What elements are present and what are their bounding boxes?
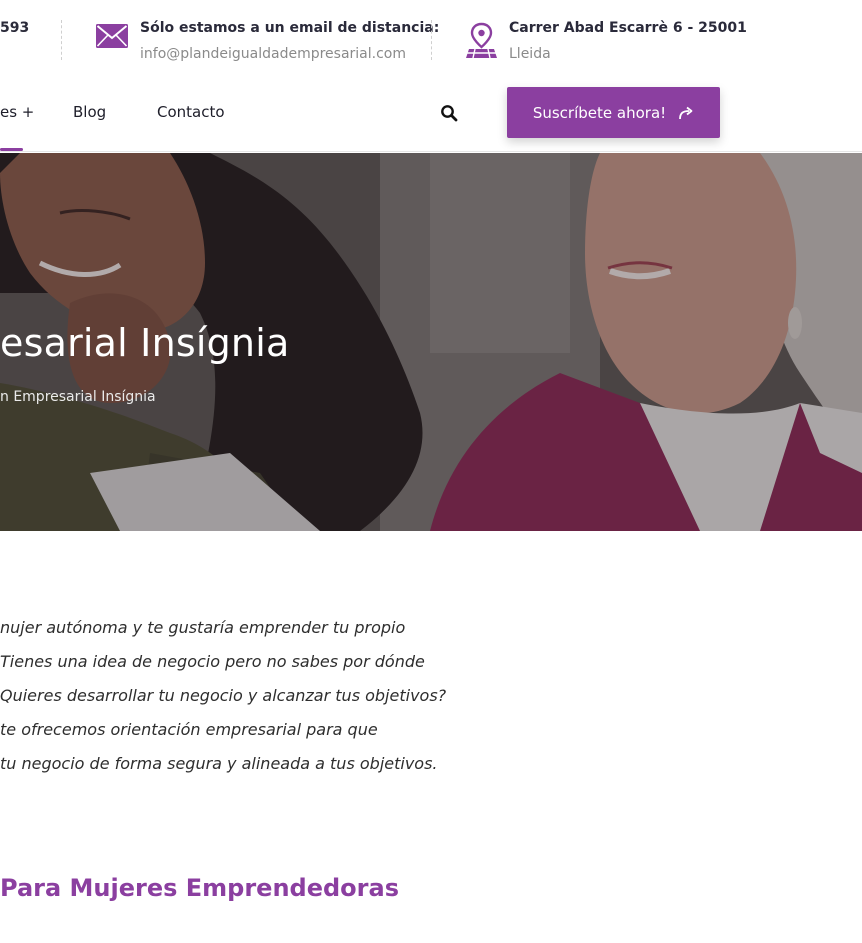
section-heading: Para Mujeres Emprendedoras <box>0 874 399 902</box>
share-arrow-icon <box>679 106 693 119</box>
intro-line: nujer autónoma y te gustaría emprender t… <box>0 618 406 637</box>
subscribe-button-label: Suscríbete ahora! <box>532 103 667 122</box>
nav-item-contacto[interactable]: Contacto <box>157 103 225 121</box>
main-navigation: es + Blog Contacto Suscríbete ahora! <box>0 78 862 152</box>
address-title: Carrer Abad Escarrè 6 - 25001 <box>509 20 747 36</box>
subscribe-button[interactable]: Suscríbete ahora! <box>507 87 720 138</box>
intro-paragraph: nujer autónoma y te gustaría emprender t… <box>0 616 470 786</box>
breadcrumb: n Empresarial Insígnia <box>0 389 156 405</box>
nav-active-indicator <box>0 148 23 151</box>
email-address[interactable]: info@plandeigualdadempresarial.com <box>140 46 406 62</box>
intro-line: Tienes una idea de negocio pero no sabes… <box>0 652 425 671</box>
search-icon[interactable] <box>440 104 458 122</box>
top-info-bar: 593 Sólo estamos a un email de distancia… <box>0 0 862 78</box>
phone-number-fragment[interactable]: 593 <box>0 20 29 36</box>
envelope-icon <box>96 24 128 48</box>
intro-line: tu negocio de forma segura y alineada a … <box>0 754 438 773</box>
email-title: Sólo estamos a un email de distancia: <box>140 20 440 36</box>
intro-line: te ofrecemos orientación empresarial par… <box>0 720 378 739</box>
map-pin-icon <box>466 22 497 58</box>
address-city: Lleida <box>509 46 551 62</box>
divider <box>61 20 62 60</box>
divider <box>431 20 432 60</box>
hero-banner: esarial Insígnia n Empresarial Insígnia <box>0 153 862 531</box>
page-title: esarial Insígnia <box>0 321 290 365</box>
nav-item-services[interactable]: es + <box>0 103 34 121</box>
nav-item-blog[interactable]: Blog <box>73 103 106 121</box>
intro-line: Quieres desarrollar tu negocio y alcanza… <box>0 686 447 705</box>
